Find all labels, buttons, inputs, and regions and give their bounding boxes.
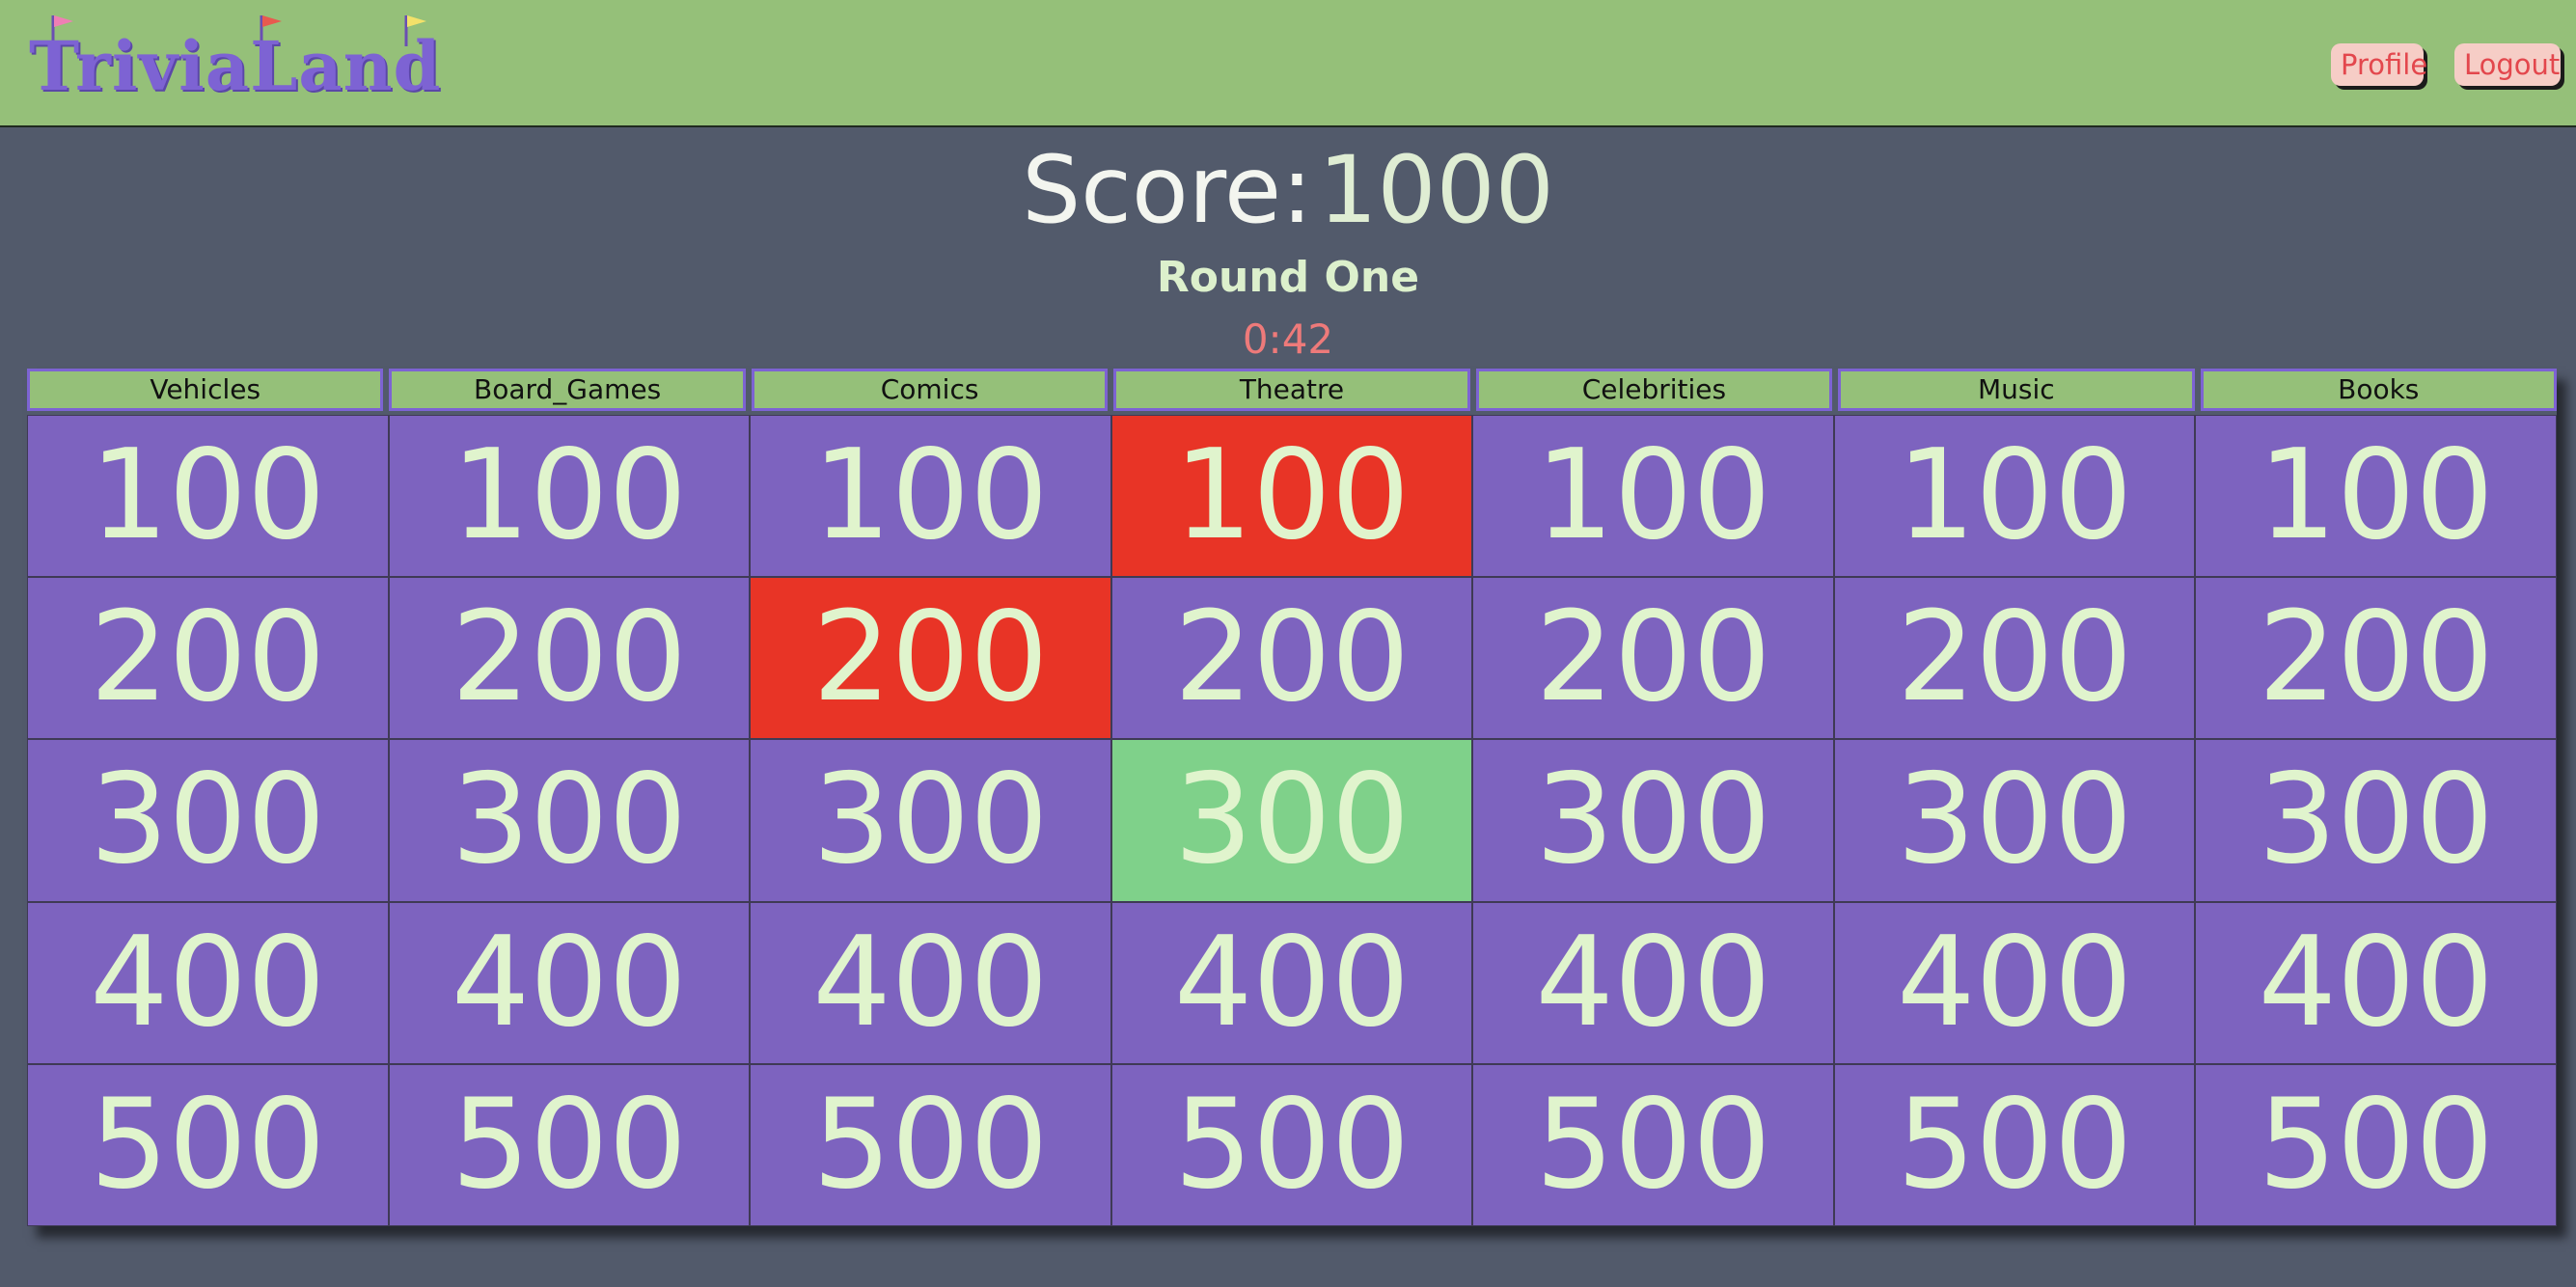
question-tile[interactable]: 300 [1472,739,1834,902]
question-tile[interactable]: 100 [1833,415,2196,578]
question-tile[interactable]: 300 [388,739,751,902]
question-tile[interactable]: 500 [1110,1063,1473,1226]
question-tile[interactable]: 300 [750,739,1111,902]
question-tile[interactable]: 200 [750,577,1111,740]
category-header-row: Vehicles Board_Games Comics Theatre Celebrit… [27,369,2557,411]
category-header: Books [2200,369,2557,411]
question-tile[interactable]: 500 [2195,1063,2557,1226]
question-tile[interactable]: 300 [1833,739,2196,902]
question-tile[interactable]: 400 [1472,901,1834,1064]
top-bar: TriviaLand Profile Logout [0,0,2576,127]
score-label: Score: [1022,136,1313,244]
question-tile[interactable]: 200 [1472,577,1834,740]
question-tile[interactable]: 100 [1110,415,1473,578]
question-tile[interactable]: 400 [388,901,751,1064]
question-tile[interactable]: 200 [2195,577,2557,740]
question-tile[interactable]: 400 [1110,901,1473,1064]
category-header: Board_Games [389,369,746,411]
game-board: Vehicles Board_Games Comics Theatre Celebrit… [27,369,2557,1226]
question-tile[interactable]: 200 [27,577,389,740]
question-tile[interactable]: 400 [2195,901,2557,1064]
question-tile[interactable]: 500 [27,1063,389,1226]
question-tile[interactable]: 100 [27,415,389,578]
question-tile[interactable]: 500 [1472,1063,1834,1226]
category-header: Comics [751,369,1109,411]
score-display: Score:1000 [0,137,2576,243]
countdown-timer: 0:42 [1242,315,1334,363]
question-tile[interactable]: 400 [27,901,389,1064]
question-tile[interactable]: 100 [750,415,1111,578]
question-tile[interactable]: 300 [27,739,389,902]
question-tile[interactable]: 200 [388,577,751,740]
round-title: Round One [1156,253,1420,302]
question-tile[interactable]: 100 [1472,415,1834,578]
logout-button[interactable]: Logout [2454,43,2561,86]
question-tile[interactable]: 300 [1110,739,1473,902]
question-grid: 100 100 100 100 100 100 100 200 200 200 200 200 200 2… [27,415,2557,1226]
category-header: Music [1838,369,2195,411]
question-tile[interactable]: 100 [388,415,751,578]
question-tile[interactable]: 100 [2195,415,2557,578]
logo-text: TriviaLand [29,26,442,106]
category-header: Theatre [1113,369,1470,411]
question-tile[interactable]: 500 [388,1063,751,1226]
profile-button[interactable]: Profile [2331,43,2427,86]
category-header: Vehicles [27,369,384,411]
question-tile[interactable]: 200 [1833,577,2196,740]
category-header: Celebrities [1475,369,1833,411]
question-tile[interactable]: 200 [1110,577,1473,740]
question-tile[interactable]: 500 [1833,1063,2196,1226]
score-value: 1000 [1318,136,1554,244]
question-tile[interactable]: 400 [1833,901,2196,1064]
question-tile[interactable]: 500 [750,1063,1111,1226]
question-tile[interactable]: 400 [750,901,1111,1064]
question-tile[interactable]: 300 [2195,739,2557,902]
